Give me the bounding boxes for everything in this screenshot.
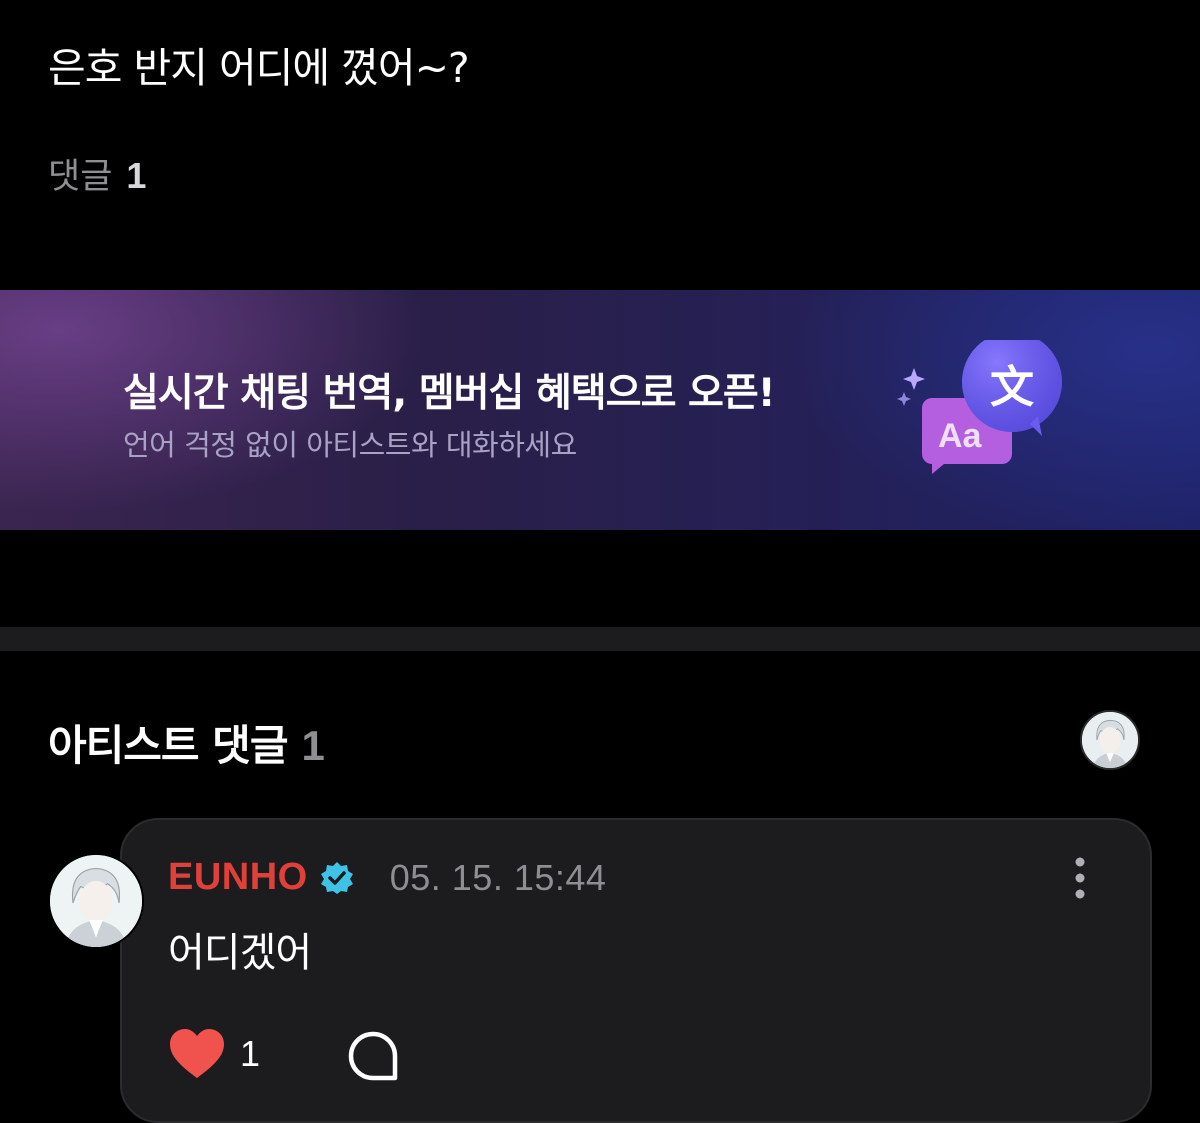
artist-avatar-image	[1082, 712, 1138, 768]
svg-text:Aa: Aa	[938, 417, 983, 455]
section-divider	[0, 627, 1200, 651]
reply-bubble-icon[interactable]	[347, 1030, 399, 1082]
svg-text:文: 文	[990, 362, 1034, 413]
artist-comments-title: 아티스트 댓글	[48, 721, 288, 770]
comment-author-avatar[interactable]	[48, 853, 144, 949]
verified-badge-icon	[320, 861, 353, 894]
banner-subtitle: 언어 걱정 없이 아티스트와 대화하세요	[123, 428, 577, 462]
comment-like-row: 1	[168, 1028, 260, 1080]
comment-meta: EUNHO 05. 15. 15:44	[168, 856, 606, 899]
like-count: 1	[240, 1033, 261, 1074]
more-options-icon[interactable]	[1064, 856, 1096, 900]
comment-author-name[interactable]: EUNHO	[168, 856, 308, 899]
artist-filter-avatar[interactable]	[1080, 710, 1140, 770]
author-avatar-image	[50, 855, 142, 947]
artist-comments-count: 1	[301, 722, 324, 769]
comment-count-label: 댓글	[48, 157, 113, 197]
comment-count-value: 1	[126, 155, 147, 196]
translation-promo-banner[interactable]: 실시간 채팅 번역, 멤버십 혜택으로 오픈! 언어 걱정 없이 아티스트와 대…	[0, 290, 1200, 530]
post-text: 은호 반지 어디에 꼈어~?	[48, 44, 470, 92]
artist-comments-heading: 아티스트 댓글 1	[48, 712, 325, 773]
heart-icon[interactable]	[168, 1028, 226, 1080]
translate-bubbles-icon: Aa 文	[897, 340, 1062, 474]
comment-body: 어디겠어	[168, 930, 312, 976]
post-comment-count[interactable]: 댓글 1	[48, 148, 146, 199]
banner-title: 실시간 채팅 번역, 멤버십 혜택으로 오픈!	[123, 371, 776, 416]
comment-timestamp: 05. 15. 15:44	[389, 856, 607, 898]
